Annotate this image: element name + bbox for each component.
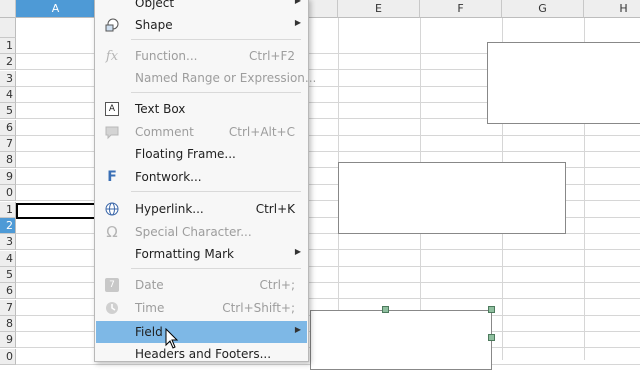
row-header[interactable]: [0, 18, 16, 38]
mouse-pointer-icon: [165, 328, 179, 349]
menu-item-label: Text Box: [135, 102, 186, 116]
menu-item-label: Hyperlink...: [135, 202, 204, 216]
clock-icon: [104, 300, 120, 316]
menu-item-shortcut: Ctrl+Shift+;: [222, 301, 295, 315]
submenu-arrow-icon: ▶: [294, 325, 301, 334]
row-header[interactable]: 1: [0, 38, 16, 54]
row-header[interactable]: 8: [0, 152, 16, 168]
row-header[interactable]: 0: [0, 185, 16, 201]
menu-item-headers-footers[interactable]: Headers and Footers...: [96, 343, 307, 365]
column-header-h[interactable]: H: [584, 0, 640, 18]
fx-icon: fx: [105, 48, 119, 64]
menu-item-named-range[interactable]: Named Range or Expression...: [96, 67, 316, 89]
menu-item-field[interactable]: Field ▶: [96, 321, 307, 343]
menu-item-shortcut: Ctrl+F2: [249, 49, 295, 63]
menu-item-object[interactable]: Object ▶: [96, 0, 307, 14]
row-header[interactable]: 2: [0, 54, 16, 70]
menu-item-label: Date: [135, 278, 164, 292]
omega-icon: Ω: [106, 223, 118, 241]
row-header[interactable]: 9: [0, 332, 16, 348]
column-header-a[interactable]: A: [16, 0, 96, 18]
row-header[interactable]: 1: [0, 202, 16, 218]
menu-item-special-character[interactable]: Ω Special Character...: [96, 221, 307, 243]
fontwork-icon: F: [107, 169, 117, 185]
menu-item-label: Special Character...: [135, 225, 252, 239]
row-header[interactable]: 7: [0, 136, 16, 152]
menu-item-label: Shape: [135, 18, 173, 32]
menu-item-shortcut: Ctrl+;: [259, 278, 295, 292]
column-header-g[interactable]: G: [502, 0, 584, 18]
column-header-f[interactable]: F: [420, 0, 502, 18]
submenu-arrow-icon: ▶: [294, 247, 301, 256]
shape-icon: [104, 17, 120, 33]
menu-item-label: Headers and Footers...: [135, 347, 272, 361]
menu-item-label: Function...: [135, 49, 198, 63]
menu-separator: [131, 268, 301, 269]
row-header[interactable]: 2: [0, 218, 16, 234]
menu-item-label: Floating Frame...: [135, 147, 236, 161]
menu-item-label: Object: [135, 0, 175, 10]
menu-item-formatting-mark[interactable]: Formatting Mark ▶: [96, 243, 307, 265]
menu-item-label: Time: [135, 301, 165, 315]
menu-item-shortcut: Ctrl+Alt+C: [228, 125, 295, 139]
menu-item-time[interactable]: Time Ctrl+Shift+;: [96, 297, 307, 319]
menu-separator: [131, 191, 301, 192]
row-header[interactable]: 4: [0, 87, 16, 103]
row-header[interactable]: 9: [0, 169, 16, 185]
rectangle-shape[interactable]: [487, 42, 640, 124]
row-header[interactable]: 0: [0, 349, 16, 365]
row-header[interactable]: 8: [0, 316, 16, 332]
corner-select-all[interactable]: [0, 0, 16, 18]
menu-item-label: Named Range or Expression...: [135, 71, 317, 85]
menu-item-label: Formatting Mark: [135, 247, 234, 261]
row-header[interactable]: 5: [0, 103, 16, 119]
comment-icon: [104, 124, 120, 140]
menu-item-label: Field: [135, 325, 163, 339]
resize-handle[interactable]: [382, 306, 389, 313]
submenu-arrow-icon: ▶: [294, 18, 301, 27]
menu-separator: [131, 39, 301, 40]
insert-context-menu: Object ▶ Shape ▶ fx Function... Ctrl+F2 …: [94, 0, 316, 365]
calendar-icon: 7: [104, 277, 120, 293]
menu-item-shortcut: Ctrl+K: [255, 202, 295, 216]
menu-item-floating-frame[interactable]: Floating Frame...: [96, 143, 307, 165]
row-header[interactable]: 5: [0, 267, 16, 283]
menu-item-label: Fontwork...: [135, 170, 202, 184]
menu-item-label: Comment: [135, 125, 194, 139]
row-header[interactable]: 3: [0, 234, 16, 250]
menu-item-date[interactable]: 7 Date Ctrl+;: [96, 274, 307, 296]
rectangle-shape[interactable]: [338, 162, 566, 234]
row-header[interactable]: 6: [0, 120, 16, 136]
row-header[interactable]: 7: [0, 300, 16, 316]
row-header[interactable]: 3: [0, 71, 16, 87]
selected-rectangle-shape[interactable]: [310, 310, 492, 370]
menu-item-comment[interactable]: Comment Ctrl+Alt+C: [96, 121, 307, 143]
menu-item-shape[interactable]: Shape ▶: [96, 14, 307, 36]
menu-item-text-box[interactable]: A Text Box: [96, 98, 307, 120]
globe-link-icon: [104, 201, 120, 217]
menu-separator: [131, 92, 301, 93]
resize-handle[interactable]: [488, 306, 495, 313]
resize-handle[interactable]: [488, 334, 495, 341]
submenu-arrow-icon: ▶: [294, 0, 301, 5]
row-header[interactable]: 6: [0, 283, 16, 299]
menu-item-function[interactable]: fx Function... Ctrl+F2: [96, 45, 307, 67]
row-header[interactable]: 4: [0, 251, 16, 267]
text-box-icon: A: [104, 101, 120, 117]
menu-item-fontwork[interactable]: F Fontwork...: [96, 166, 307, 188]
active-cell-cursor[interactable]: [16, 203, 96, 219]
menu-item-hyperlink[interactable]: Hyperlink... Ctrl+K: [96, 198, 307, 220]
column-header-e[interactable]: E: [338, 0, 420, 18]
